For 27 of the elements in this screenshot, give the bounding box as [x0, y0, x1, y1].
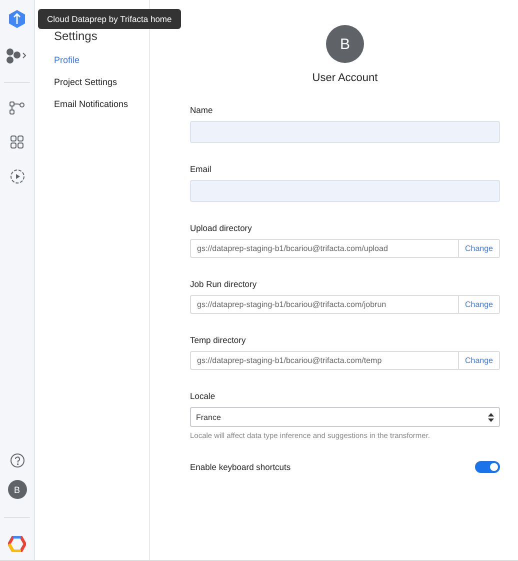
input-field[interactable] [190, 121, 500, 143]
input-field[interactable] [190, 180, 500, 202]
grid-icon[interactable] [10, 135, 24, 149]
field-label: Upload directory [190, 223, 253, 233]
settings-title: Settings [54, 30, 98, 43]
play-circle-icon[interactable] [10, 169, 24, 184]
sidebar-item[interactable]: Project Settings [54, 77, 149, 87]
user-avatar: B [326, 25, 364, 63]
field-label: Locale [190, 391, 216, 401]
locale-dropdown[interactable]: France [190, 407, 500, 427]
field-label: Job Run directory [190, 279, 258, 289]
user-avatar[interactable]: B [8, 480, 26, 499]
toggle-label: Enable keyboard shortcuts [190, 462, 291, 472]
sidebar-item[interactable]: Profile [54, 55, 149, 65]
field-label: Name [190, 105, 214, 115]
hexagon-logo-icon[interactable] [8, 10, 26, 28]
projects-icon[interactable] [6, 48, 28, 64]
sort-arrows-icon [488, 412, 494, 422]
cloud-hexagon-icon[interactable] [8, 536, 26, 552]
tooltip: Cloud Dataprep by Trifacta home [38, 9, 181, 29]
page-title: User Account [312, 72, 378, 84]
flow-icon[interactable] [9, 101, 25, 115]
toggle-switch[interactable] [475, 461, 500, 473]
field-label: Temp directory [190, 335, 247, 345]
field-label: Email [190, 164, 212, 174]
help-icon[interactable] [10, 453, 24, 468]
sidebar-item[interactable]: Email Notifications [54, 99, 149, 109]
